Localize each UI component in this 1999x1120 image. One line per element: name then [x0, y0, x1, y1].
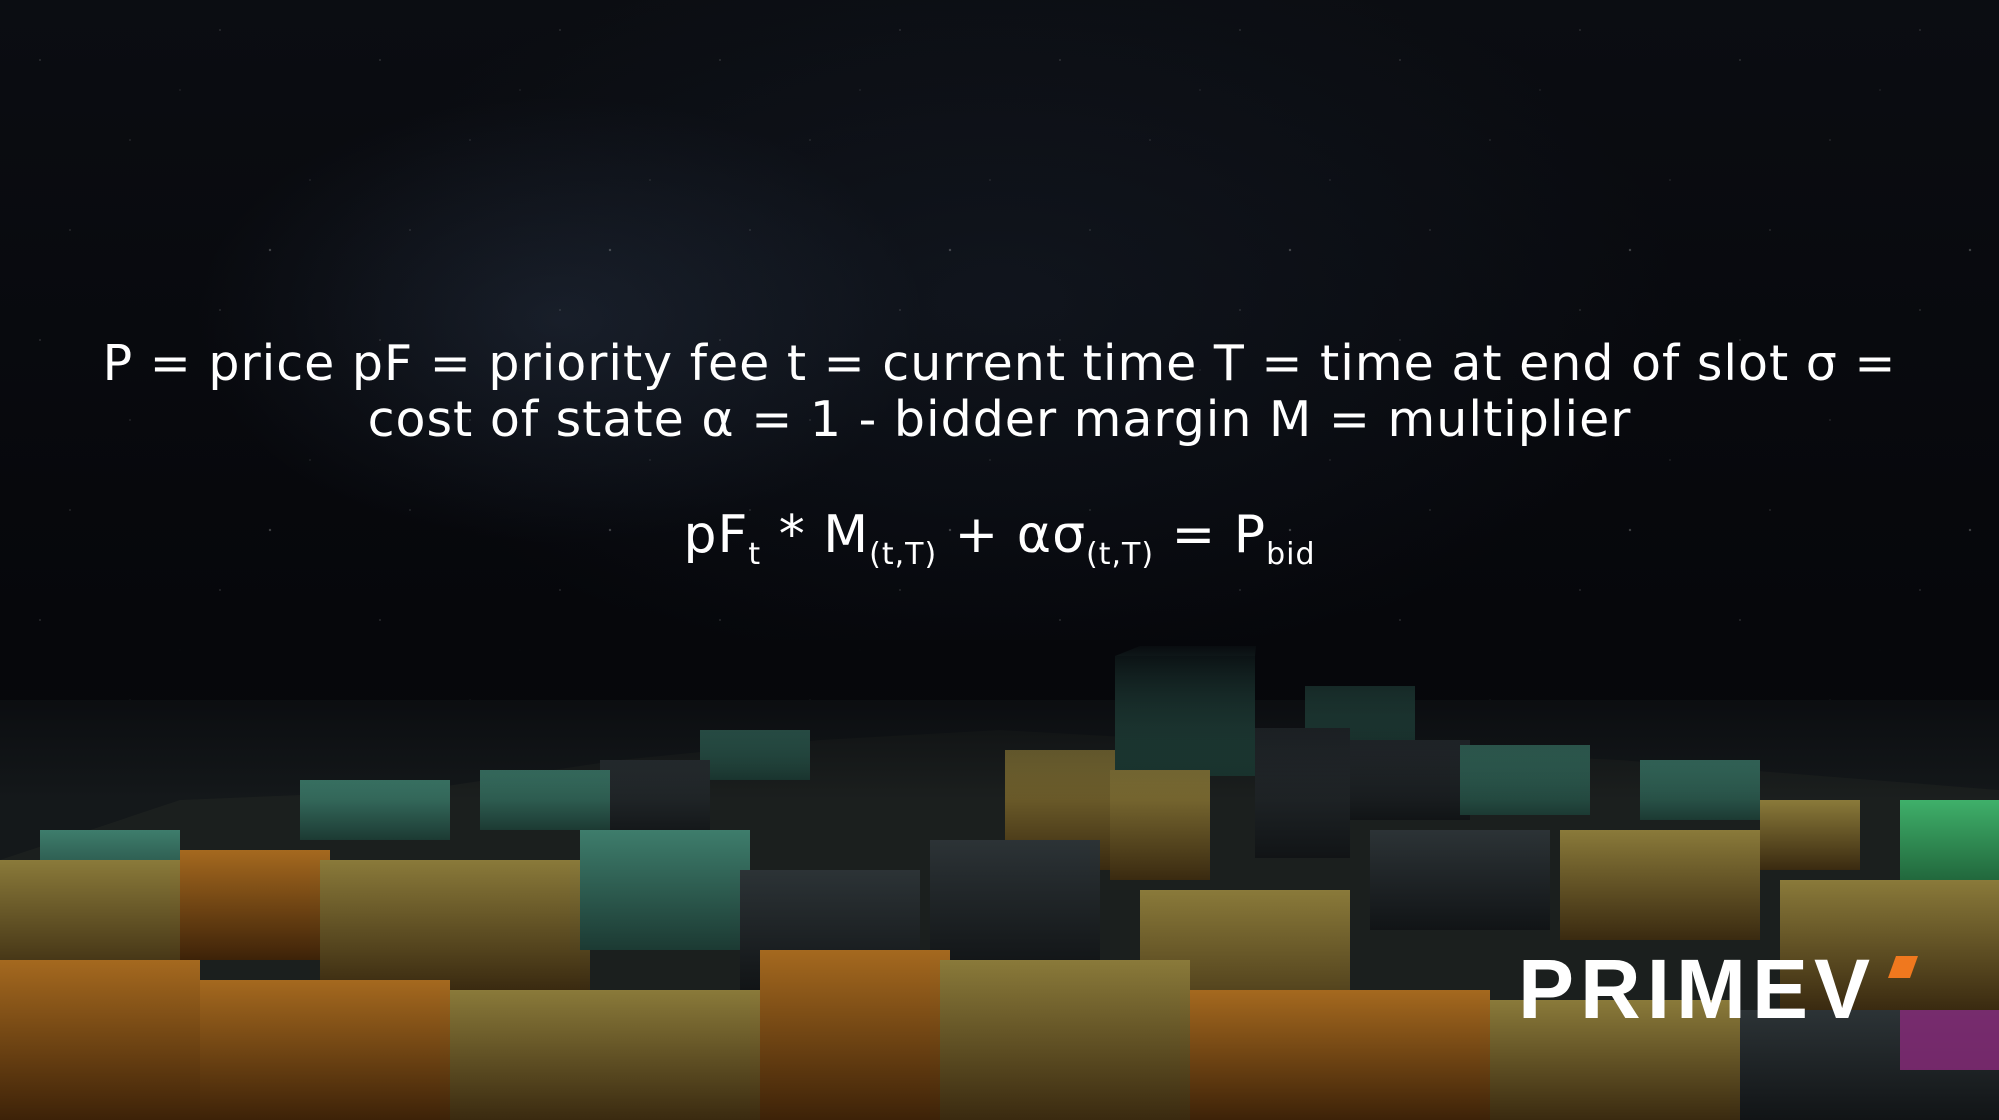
- priority-fee-term: pF: [683, 505, 749, 565]
- price-term: P: [1233, 505, 1267, 565]
- state-cost-subscript: (t,T): [1086, 537, 1155, 572]
- priority-fee-subscript: t: [748, 537, 762, 572]
- plus-operator: +: [937, 505, 1017, 565]
- state-cost-term: ασ: [1016, 505, 1087, 565]
- equals-operator: =: [1154, 505, 1234, 565]
- multiplier-term: M: [823, 505, 870, 565]
- multiplier-subscript: (t,T): [869, 537, 938, 572]
- logo-accent-mark: [1888, 956, 1918, 978]
- logo-wordmark: PRIMEV: [1518, 952, 1876, 1022]
- definitions-line-1: P = price pF = priority fee t = current …: [102, 335, 1897, 392]
- multiply-operator: *: [761, 505, 824, 565]
- primev-logo: PRIMEV: [1518, 952, 1918, 1022]
- price-subscript: bid: [1266, 537, 1316, 572]
- variable-definitions: P = price pF = priority fee t = current …: [50, 336, 1950, 448]
- bid-equation: pFt * M(t,T) + ασ(t,T) = Pbid: [0, 500, 1999, 570]
- formula-block: P = price pF = priority fee t = current …: [0, 336, 1999, 570]
- slide: P = price pF = priority fee t = current …: [0, 0, 1999, 1120]
- definitions-line-2: cost of state α = 1 - bidder margin M = …: [367, 391, 1632, 448]
